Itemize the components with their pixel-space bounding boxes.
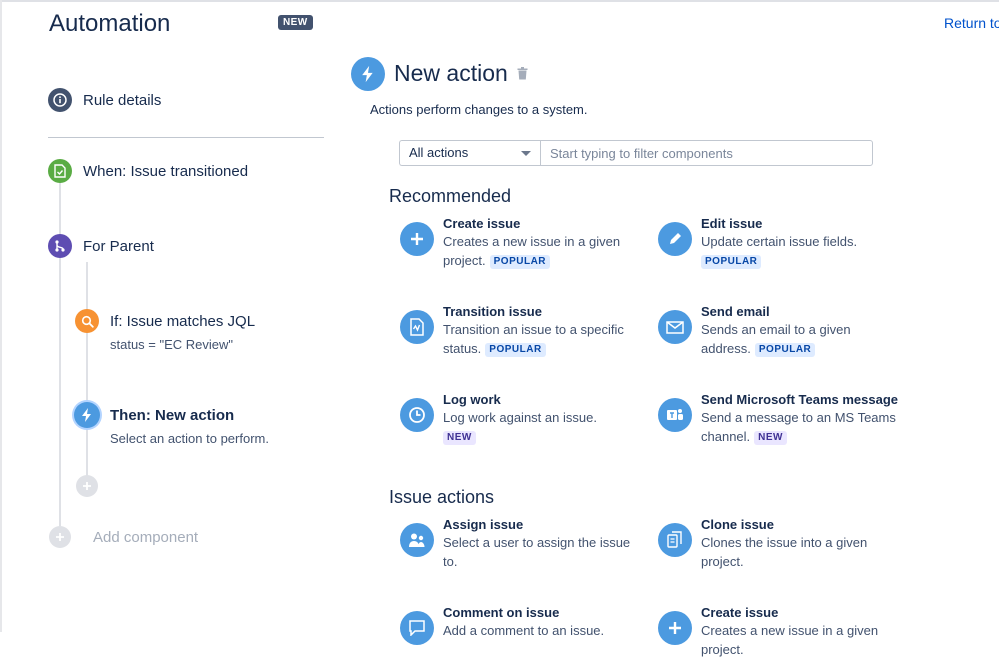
trigger-icon bbox=[48, 159, 72, 183]
panel-description: Actions perform changes to a system. bbox=[370, 102, 588, 117]
flow-line-branch bbox=[86, 262, 88, 476]
recommended-heading: Recommended bbox=[389, 186, 512, 206]
action-name: Edit issue bbox=[701, 216, 763, 231]
popular-badge: POPULAR bbox=[485, 343, 546, 357]
action-description: Send a message to an MS Teams channel. bbox=[701, 410, 896, 444]
popular-badge: POPULAR bbox=[701, 255, 762, 269]
lightning-icon bbox=[74, 402, 100, 428]
teams-icon bbox=[658, 398, 692, 432]
action-type-select-value: All actions bbox=[409, 145, 469, 160]
action-name: Assign issue bbox=[443, 517, 524, 532]
action-name: Send Microsoft Teams message bbox=[701, 392, 898, 407]
new-component-badge: NEW bbox=[754, 431, 787, 445]
clone-icon bbox=[658, 523, 692, 557]
trash-icon[interactable] bbox=[517, 67, 528, 85]
branch-icon bbox=[48, 234, 72, 258]
add-component-button[interactable] bbox=[49, 526, 71, 548]
filter-components-input[interactable] bbox=[540, 140, 873, 166]
action-name: Log work bbox=[443, 392, 501, 407]
add-component-label[interactable]: Add component bbox=[93, 529, 198, 546]
window-top-border bbox=[0, 0, 999, 2]
envelope-icon bbox=[658, 310, 692, 344]
chevron-down-icon bbox=[521, 151, 531, 156]
panel-title: New action bbox=[394, 60, 508, 86]
plus-icon bbox=[400, 222, 434, 256]
action-description: Clones the issue into a given project. bbox=[701, 535, 868, 569]
sidebar-branch[interactable]: For Parent bbox=[83, 238, 154, 255]
flow-line-main bbox=[59, 182, 61, 236]
action-type-select[interactable]: All actions bbox=[399, 140, 540, 166]
new-badge: NEW bbox=[278, 15, 313, 30]
action-description: Log work against an issue. bbox=[443, 410, 597, 425]
app-title: Automation bbox=[49, 10, 171, 37]
action-description: Update certain issue fields. bbox=[701, 234, 858, 249]
sidebar-condition-detail: status = "EC Review" bbox=[110, 337, 234, 352]
new-action-lightning-icon bbox=[351, 57, 385, 91]
popular-badge: POPULAR bbox=[489, 255, 551, 269]
action-name: Create issue bbox=[701, 605, 779, 620]
new-component-badge: NEW bbox=[443, 431, 476, 445]
action-name: Clone issue bbox=[701, 517, 774, 532]
clock-icon bbox=[400, 398, 434, 432]
return-link[interactable]: Return to bbox=[944, 15, 999, 31]
plus-icon bbox=[658, 611, 692, 645]
action-description: Select a user to assign the issue to. bbox=[443, 535, 631, 569]
window-left-border bbox=[0, 0, 2, 632]
sidebar-divider bbox=[48, 137, 324, 138]
pencil-icon bbox=[658, 222, 692, 256]
action-name: Comment on issue bbox=[443, 605, 560, 620]
action-name: Create issue bbox=[443, 216, 521, 231]
action-name: Send email bbox=[701, 304, 770, 319]
comment-icon bbox=[400, 611, 434, 645]
sidebar-action[interactable]: Then: New action bbox=[110, 407, 234, 424]
sidebar-action-detail: Select an action to perform. bbox=[110, 431, 269, 446]
popular-badge: POPULAR bbox=[754, 343, 816, 357]
info-icon bbox=[48, 88, 72, 112]
add-branch-step-button[interactable] bbox=[76, 475, 98, 497]
transition-icon bbox=[400, 310, 434, 344]
sidebar-rule-details[interactable]: Rule details bbox=[83, 92, 161, 109]
action-description: Creates a new issue in a given project. bbox=[701, 623, 879, 657]
issue-actions-heading: Issue actions bbox=[389, 487, 495, 507]
flow-line-main-lower bbox=[59, 258, 61, 526]
search-icon bbox=[75, 309, 99, 333]
action-name: Transition issue bbox=[443, 304, 542, 319]
sidebar-condition[interactable]: If: Issue matches JQL bbox=[110, 313, 255, 330]
action-description: Add a comment to an issue. bbox=[443, 623, 605, 638]
assign-user-icon bbox=[400, 523, 434, 557]
sidebar-trigger[interactable]: When: Issue transitioned bbox=[83, 163, 248, 180]
